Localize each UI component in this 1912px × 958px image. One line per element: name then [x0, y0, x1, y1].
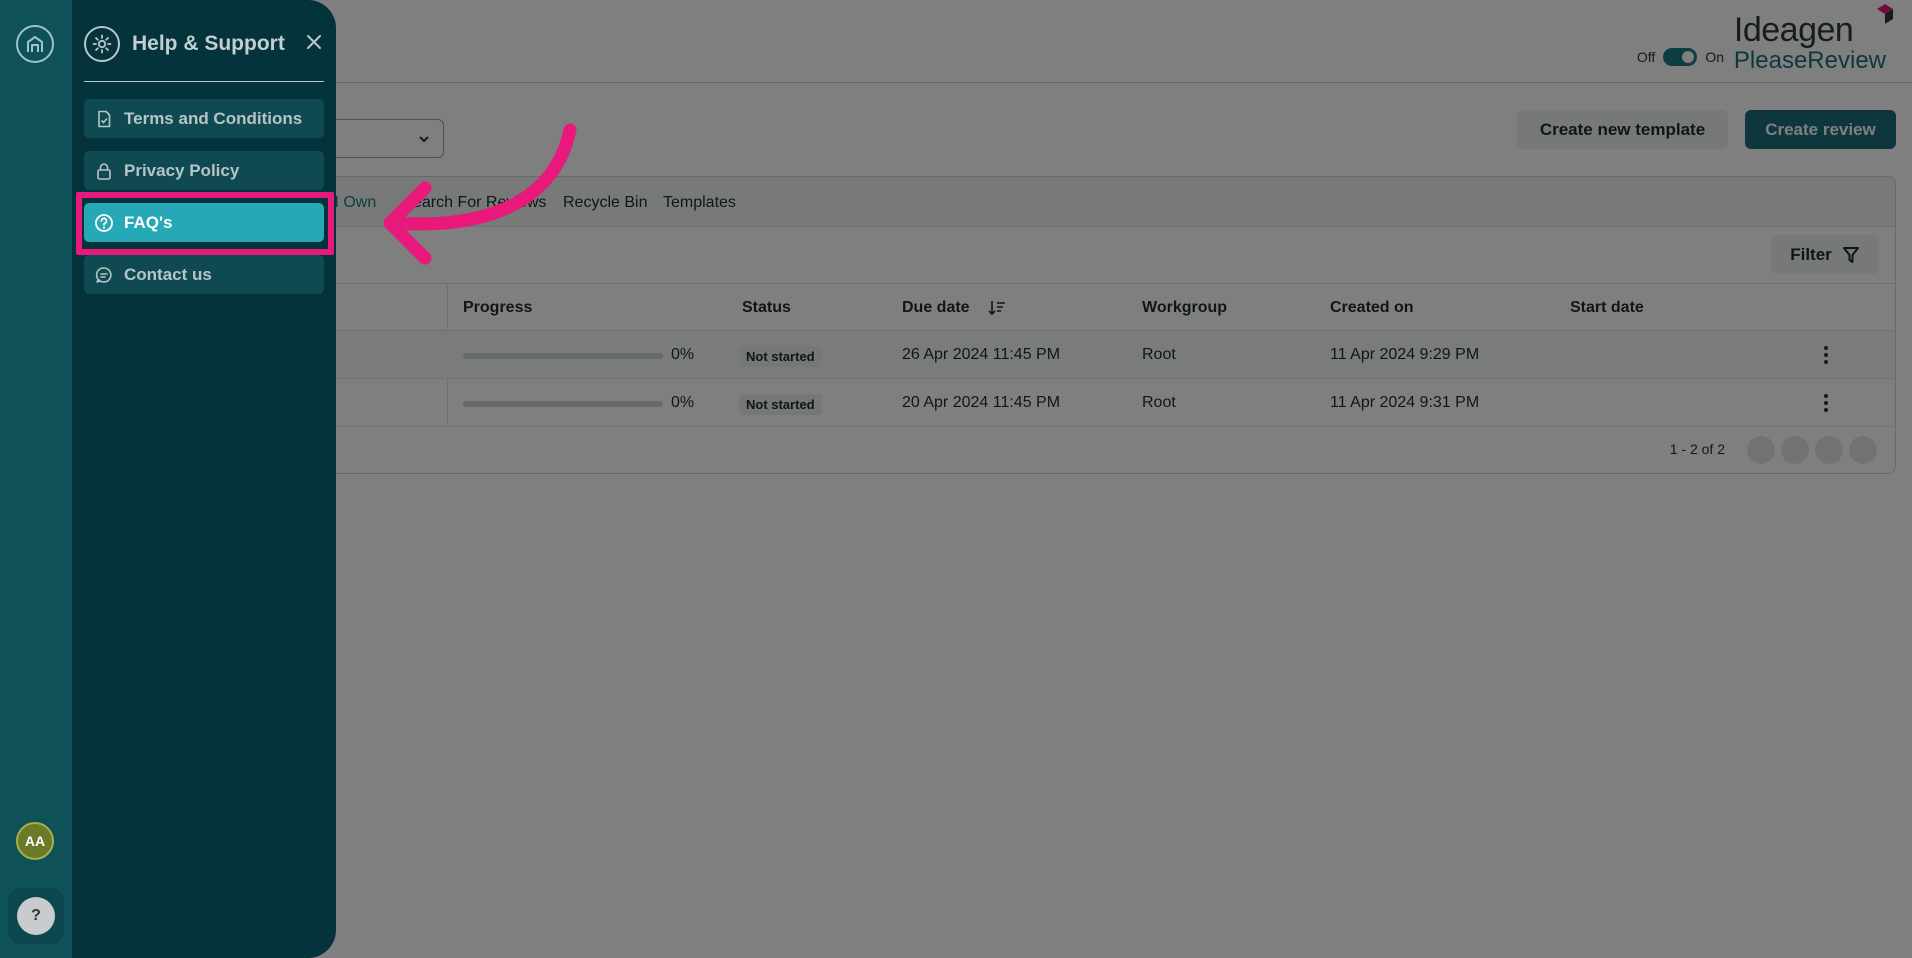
- drawer-title: Help & Support: [132, 32, 285, 55]
- home-button[interactable]: [16, 25, 54, 63]
- menu-item-label: Contact us: [124, 264, 212, 284]
- menu-item-label: Privacy Policy: [124, 160, 240, 180]
- highlight-box: [76, 192, 334, 255]
- document-icon: [94, 109, 114, 129]
- drawer-header: Help & Support: [84, 24, 324, 64]
- left-rail: AA ?: [0, 0, 72, 958]
- menu-item-terms[interactable]: Terms and Conditions: [84, 99, 324, 138]
- lock-icon: [94, 161, 114, 181]
- gear-icon: [84, 26, 120, 62]
- pointer-arrow-icon: [383, 123, 577, 265]
- drawer-divider: [84, 81, 324, 82]
- help-support-drawer: Help & Support Terms and Conditions Priv…: [72, 0, 336, 958]
- menu-item-privacy[interactable]: Privacy Policy: [84, 151, 324, 190]
- menu-item-label: Terms and Conditions: [124, 108, 303, 128]
- close-icon[interactable]: [304, 32, 324, 52]
- home-icon: [27, 36, 43, 52]
- help-button[interactable]: ?: [17, 897, 55, 935]
- menu-item-contact[interactable]: Contact us: [84, 255, 324, 294]
- chat-icon: [94, 265, 114, 285]
- avatar[interactable]: AA: [16, 822, 54, 860]
